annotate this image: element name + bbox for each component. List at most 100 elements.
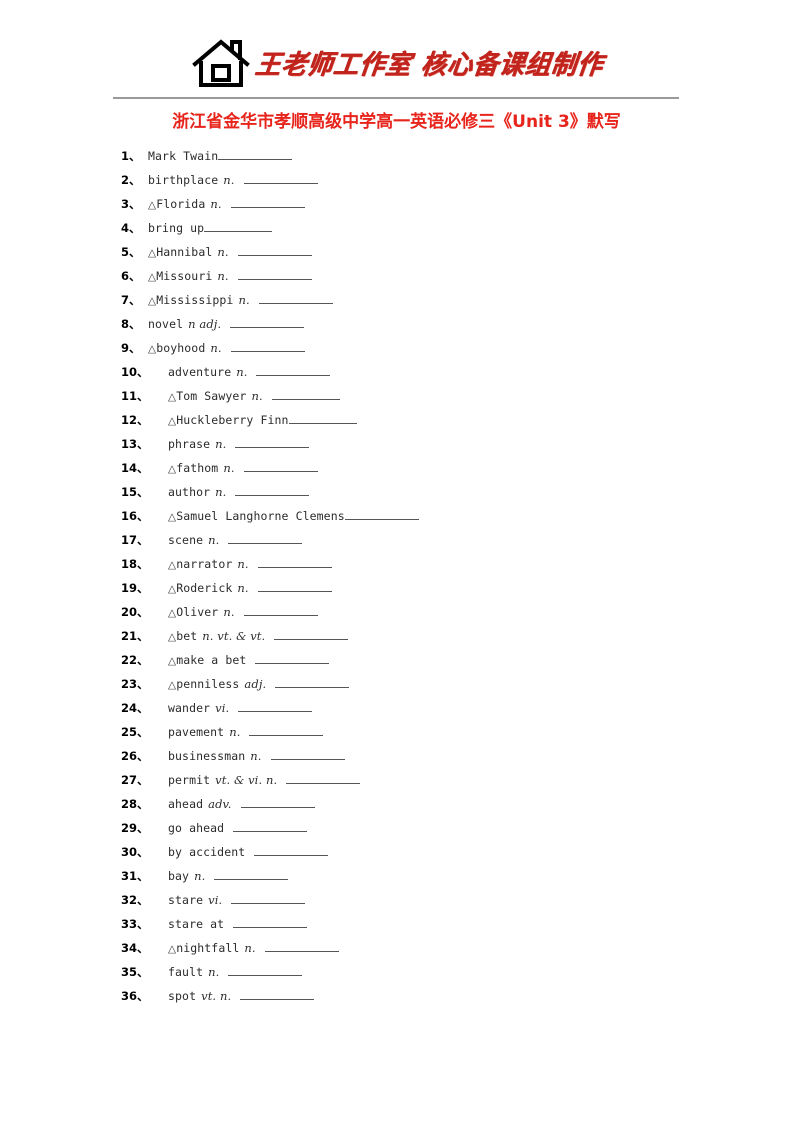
vocabulary-row: 18、 △narrator n.: [0, 556, 793, 580]
vocabulary-word: Florida: [156, 197, 206, 211]
answer-blank[interactable]: [271, 388, 340, 400]
row-number: 11、: [121, 389, 149, 403]
answer-blank[interactable]: [240, 988, 315, 1000]
part-of-speech: n. vt. & vt.: [202, 629, 266, 643]
row-content: bring up: [148, 220, 273, 235]
row-content: phrase n.: [168, 436, 310, 451]
row-number: 1、: [121, 149, 141, 163]
answer-blank[interactable]: [214, 868, 289, 880]
part-of-speech: adv.: [208, 797, 232, 811]
vocabulary-row: 24、 wander vi.: [0, 700, 793, 724]
answer-blank[interactable]: [254, 844, 329, 856]
part-of-speech: n.: [238, 293, 250, 307]
vocabulary-word: bring up: [148, 221, 205, 235]
answer-blank[interactable]: [257, 556, 332, 568]
vocabulary-word: birthplace: [148, 173, 219, 187]
answer-blank[interactable]: [258, 292, 333, 304]
answer-blank[interactable]: [238, 700, 313, 712]
vocabulary-row: 6、 △Missouri n.: [0, 268, 793, 292]
vocabulary-word: Huckleberry Finn: [176, 413, 289, 427]
answer-blank[interactable]: [243, 460, 318, 472]
answer-blank[interactable]: [237, 268, 312, 280]
row-number: 26、: [121, 749, 149, 763]
row-number: 23、: [121, 677, 149, 691]
answer-blank[interactable]: [230, 196, 305, 208]
triangle-marker-icon: △: [168, 463, 177, 475]
answer-blank[interactable]: [240, 796, 315, 808]
row-content: by accident: [168, 844, 329, 859]
vocabulary-row: 32、 stare vi.: [0, 892, 793, 916]
vocabulary-word: bet: [176, 629, 198, 643]
answer-blank[interactable]: [274, 628, 349, 640]
row-content: △Roderick n.: [168, 580, 332, 595]
row-content: △bet n. vt. & vt.: [168, 628, 349, 643]
part-of-speech: vi.: [215, 701, 230, 715]
row-content: △penniless adj.: [168, 676, 350, 691]
vocabulary-word: stare: [168, 893, 204, 907]
triangle-marker-icon: △: [148, 271, 157, 283]
answer-blank[interactable]: [255, 652, 330, 664]
answer-blank[interactable]: [230, 340, 305, 352]
answer-blank[interactable]: [235, 484, 310, 496]
vocabulary-row: 15、 author n.: [0, 484, 793, 508]
answer-blank[interactable]: [243, 604, 318, 616]
row-number: 30、: [121, 845, 149, 859]
triangle-marker-icon: △: [168, 655, 177, 667]
row-content: △Tom Sawyer n.: [168, 388, 340, 403]
row-content: △Samuel Langhorne Clemens: [168, 508, 419, 523]
part-of-speech: vt. & vi. n.: [215, 773, 278, 787]
answer-blank[interactable]: [228, 532, 303, 544]
vocabulary-row: 27、 permit vt. & vi. n.: [0, 772, 793, 796]
answer-blank[interactable]: [243, 172, 318, 184]
vocabulary-word: nightfall: [176, 941, 240, 955]
answer-blank[interactable]: [235, 436, 310, 448]
answer-blank[interactable]: [233, 820, 308, 832]
answer-blank[interactable]: [257, 580, 332, 592]
answer-blank[interactable]: [286, 772, 361, 784]
row-content: △Hannibal n.: [148, 244, 312, 259]
vocabulary-word: penniless: [176, 677, 240, 691]
vocabulary-row: 11、 △Tom Sawyer n.: [0, 388, 793, 412]
answer-blank[interactable]: [233, 916, 308, 928]
row-content: novel n adj.: [148, 316, 305, 331]
row-number: 24、: [121, 701, 149, 715]
row-content: businessman n.: [168, 748, 345, 763]
row-number: 27、: [121, 773, 149, 787]
part-of-speech: vt. n.: [201, 989, 232, 1003]
row-content: author n.: [168, 484, 310, 499]
vocabulary-row: 1、 Mark Twain: [0, 148, 793, 172]
answer-blank[interactable]: [344, 508, 419, 520]
vocabulary-word: adventure: [168, 365, 232, 379]
vocabulary-row: 9、 △boyhood n.: [0, 340, 793, 364]
answer-blank[interactable]: [270, 748, 345, 760]
answer-blank[interactable]: [218, 148, 293, 160]
answer-blank[interactable]: [275, 676, 350, 688]
vocabulary-word: ahead: [168, 797, 204, 811]
answer-blank[interactable]: [264, 940, 339, 952]
vocabulary-word: Mississippi: [156, 293, 234, 307]
row-content: △Florida n.: [148, 196, 305, 211]
answer-blank[interactable]: [228, 964, 303, 976]
answer-blank[interactable]: [249, 724, 324, 736]
row-content: spot vt. n.: [168, 988, 315, 1003]
row-number: 36、: [121, 989, 149, 1003]
row-number: 33、: [121, 917, 149, 931]
vocabulary-word: pavement: [168, 725, 225, 739]
answer-blank[interactable]: [288, 412, 357, 424]
answer-blank[interactable]: [231, 892, 306, 904]
row-content: adventure n.: [168, 364, 331, 379]
answer-blank[interactable]: [204, 220, 273, 232]
vocabulary-row: 28、 ahead adv.: [0, 796, 793, 820]
row-number: 9、: [121, 341, 141, 355]
answer-blank[interactable]: [230, 316, 305, 328]
row-number: 10、: [121, 365, 149, 379]
row-content: △fathom n.: [168, 460, 318, 475]
answer-blank[interactable]: [256, 364, 331, 376]
vocabulary-row: 16、 △Samuel Langhorne Clemens: [0, 508, 793, 532]
row-number: 34、: [121, 941, 149, 955]
vocabulary-row: 25、 pavement n.: [0, 724, 793, 748]
page-header: 王老师工作室 核心备课组制作: [0, 0, 793, 100]
row-number: 4、: [121, 221, 141, 235]
vocabulary-row: 4、 bring up: [0, 220, 793, 244]
answer-blank[interactable]: [237, 244, 312, 256]
